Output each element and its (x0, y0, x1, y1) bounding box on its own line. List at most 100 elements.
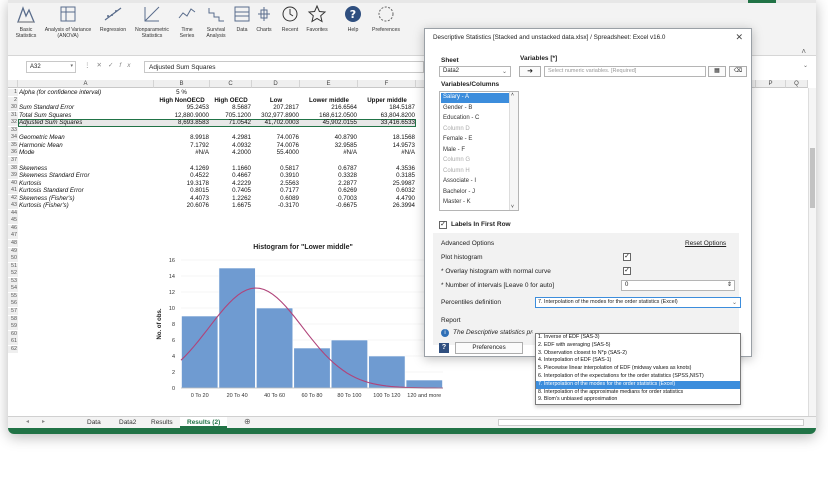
table-cell[interactable]: Harmonic Mean (19, 142, 153, 149)
table-cell[interactable]: 74.0076 (252, 134, 299, 141)
table-cell[interactable]: 19.3178 (154, 180, 209, 187)
plot-histogram-checkbox[interactable]: ✓ (623, 253, 631, 261)
row-header[interactable]: 41 (8, 187, 18, 195)
cell-alpha-label[interactable]: Alpha (for confidence interval) (19, 89, 153, 96)
row-header[interactable]: 59 (8, 323, 18, 331)
table-cell[interactable]: Skewness Standard Error (19, 172, 153, 179)
table-cell[interactable]: 0.8015 (154, 187, 209, 194)
row-header[interactable]: 46 (8, 224, 18, 232)
column-header-b[interactable]: B (154, 80, 210, 88)
table-cell[interactable]: Kurtosis Standard Error (19, 187, 153, 194)
table-cell[interactable]: 0.6269 (300, 187, 357, 194)
table-cell[interactable]: 40.8790 (300, 134, 357, 141)
dropdown-option[interactable]: 3. Observation closest to N*p (SAS-2) (536, 350, 740, 358)
add-sheet-icon[interactable]: ⊕ (244, 417, 251, 426)
row-header[interactable]: 51 (8, 262, 18, 270)
row-header[interactable]: 2 (8, 96, 18, 104)
histogram-bar[interactable] (181, 315, 219, 389)
list-item[interactable]: Master - K (441, 198, 509, 208)
reset-options-link[interactable]: Reset Options (685, 240, 726, 247)
row-header[interactable]: 49 (8, 247, 18, 255)
table-cell[interactable]: 184.5187 (358, 104, 415, 111)
column-header-p[interactable]: P (756, 80, 786, 88)
table-cell[interactable]: 7.1792 (154, 142, 209, 149)
variables-input[interactable]: Select numeric variables. [Required] (544, 66, 706, 77)
prev-sheet-icon[interactable]: ◂ (26, 418, 29, 425)
tab-data[interactable]: Data (80, 417, 108, 428)
column-title-cell[interactable]: Lower middle (300, 97, 358, 104)
table-cell[interactable]: -0.3170 (252, 202, 299, 209)
cell-alpha-value[interactable]: 5 % (154, 89, 209, 96)
list-item[interactable]: Column D (441, 125, 509, 135)
row-header[interactable]: 32 (8, 119, 18, 127)
row-header[interactable]: 36 (8, 149, 18, 157)
row-header[interactable]: 35 (8, 141, 18, 149)
histogram-bar[interactable] (405, 379, 443, 389)
close-icon[interactable]: ✕ (735, 32, 743, 43)
table-cell[interactable]: 1.2262 (210, 195, 251, 202)
charts-button[interactable]: Charts (252, 4, 276, 56)
row-header[interactable]: 61 (8, 338, 18, 346)
dropdown-option[interactable]: 6. Interpolation of the expectations for… (536, 373, 740, 381)
table-cell[interactable]: 55.4000 (252, 149, 299, 156)
column-header-e[interactable]: E (300, 80, 358, 88)
add-variable-button[interactable]: ➜ (519, 66, 541, 77)
collapse-ribbon-icon[interactable]: ˄ (801, 47, 806, 56)
row-header[interactable]: 52 (8, 270, 18, 278)
table-cell[interactable]: 12,880.9000 (154, 112, 209, 119)
row-header[interactable]: 56 (8, 300, 18, 308)
table-cell[interactable]: Skewness (19, 165, 153, 172)
table-cell[interactable]: Adjusted Sum Squares (19, 119, 153, 126)
tab-data2[interactable]: Data2 (112, 417, 143, 428)
preferences-dialog-button[interactable]: Preferences (455, 342, 523, 354)
horizontal-scrollbar[interactable] (498, 419, 804, 426)
nonparametric-button[interactable]: Nonparametric Statistics (130, 4, 174, 56)
dropdown-option[interactable]: 5. Piecewise linear interpolation of EDF… (536, 365, 740, 373)
basic-statistics-button[interactable]: Basic Statistics (12, 4, 40, 56)
row-header[interactable]: 40 (8, 179, 18, 187)
table-cell[interactable]: 25.9987 (358, 180, 415, 187)
survival-analysis-button[interactable]: Survival Analysis (200, 4, 232, 56)
table-cell[interactable]: 216.6564 (300, 104, 357, 111)
anova-button[interactable]: Analysis of Variance (ANOVA) (40, 4, 96, 56)
favorites-button[interactable]: Favorites (302, 4, 332, 56)
table-cell[interactable]: 4.0932 (210, 142, 251, 149)
tab-results[interactable]: Results (144, 417, 180, 428)
row-header[interactable]: 30 (8, 104, 18, 112)
row-header[interactable]: 48 (8, 240, 18, 247)
table-cell[interactable]: Mode (19, 149, 153, 156)
table-cell[interactable]: 45,902.0155 (300, 119, 357, 126)
table-cell[interactable]: #N/A (358, 149, 415, 156)
column-title-cell[interactable]: High OECD (210, 97, 252, 104)
list-scrollbar[interactable]: ˄ ˅ (509, 92, 518, 210)
row-header[interactable]: 54 (8, 285, 18, 293)
time-series-button[interactable]: Time Series (174, 4, 200, 56)
percentiles-dropdown-list[interactable]: 1. Inverse of EDF (SAS-3) 2. EDF with ave… (535, 333, 741, 405)
scroll-down-icon[interactable]: ˅ (511, 204, 514, 210)
table-cell[interactable]: Total Sum Squares (19, 112, 153, 119)
table-cell[interactable]: 18.1568 (358, 134, 415, 141)
histogram-bar[interactable] (218, 267, 256, 389)
table-cell[interactable]: #N/A (300, 149, 357, 156)
table-cell[interactable]: 20.6076 (154, 202, 209, 209)
list-item[interactable]: Associate - I (441, 177, 509, 187)
name-box[interactable]: A32 ▾ (26, 61, 76, 73)
table-cell[interactable]: 0.6032 (358, 187, 415, 194)
help-button[interactable]: ? Help (342, 4, 364, 56)
table-cell[interactable]: 4.2981 (210, 134, 251, 141)
table-cell[interactable]: 0.7405 (210, 187, 251, 194)
table-cell[interactable]: 2.5563 (252, 180, 299, 187)
row-header[interactable]: 37 (8, 156, 18, 164)
range-select-button[interactable]: ▦ (708, 66, 726, 77)
row-header[interactable]: 43 (8, 202, 18, 210)
table-cell[interactable]: 71.0542 (210, 119, 251, 126)
row-header[interactable]: 53 (8, 277, 18, 285)
table-cell[interactable]: 0.6089 (252, 195, 299, 202)
table-cell[interactable]: Geometric Mean (19, 134, 153, 141)
enter-icon[interactable]: ✓ (108, 62, 119, 69)
spinner-icon[interactable]: ⇕ (727, 281, 732, 288)
list-item[interactable]: Column G (441, 156, 509, 166)
cancel-icon[interactable]: ✕ (97, 62, 108, 69)
list-item[interactable]: Gender - B (441, 104, 509, 114)
data-button[interactable]: Data (232, 4, 252, 56)
